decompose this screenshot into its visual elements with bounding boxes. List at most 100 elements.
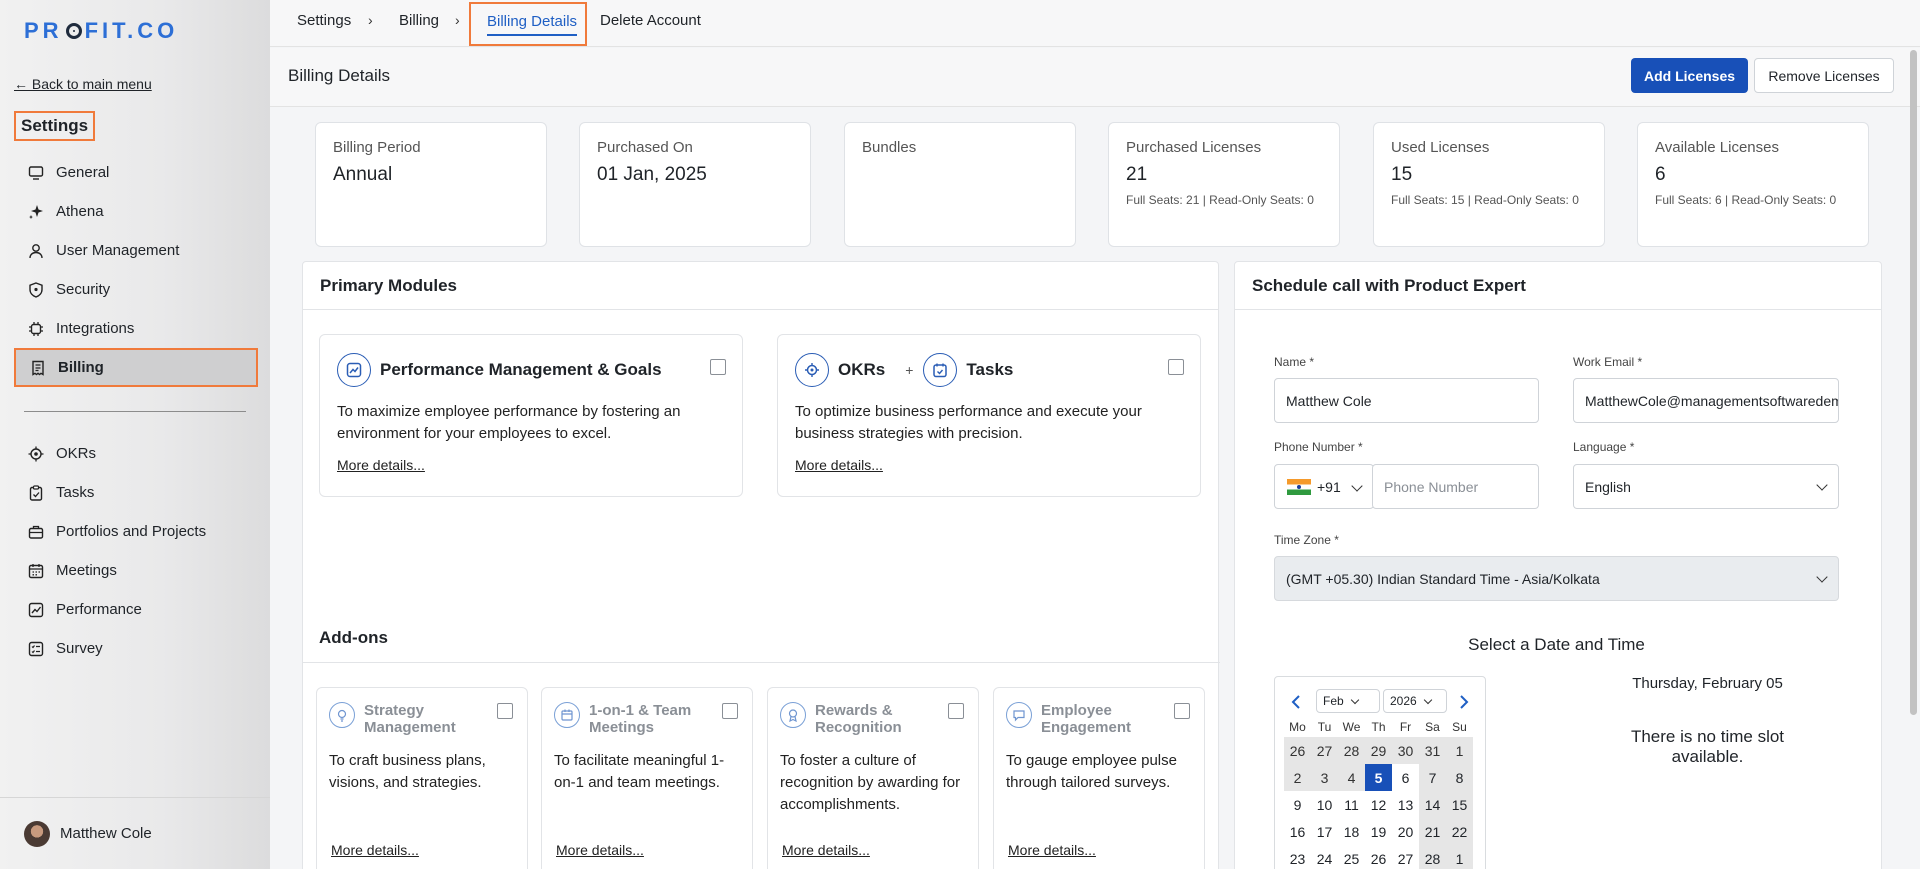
calendar-day[interactable]: 17 (1311, 818, 1338, 845)
sidebar-item-performance[interactable]: Performance (14, 590, 258, 629)
time-zone-value: (GMT +05.30) Indian Standard Time - Asia… (1286, 570, 1600, 587)
calendar-day[interactable]: 1 (1446, 737, 1473, 764)
addon-card-strategy[interactable]: Strategy Management To craft business pl… (316, 687, 528, 869)
sidebar-item-user-management[interactable]: User Management (14, 231, 258, 270)
country-code-select[interactable]: +91 (1274, 464, 1374, 509)
calendar-day[interactable]: 1 (1446, 845, 1473, 869)
sidebar-item-survey[interactable]: Survey (14, 629, 258, 668)
calendar-day[interactable]: 19 (1365, 818, 1392, 845)
addon-card-meetings[interactable]: 1-on-1 & Team Meetings To facilitate mea… (541, 687, 753, 869)
module-card-performance[interactable]: Performance Management & Goals To maximi… (319, 334, 743, 497)
calendar-day[interactable]: 27 (1392, 845, 1419, 869)
current-user[interactable]: Matthew Cole (0, 797, 270, 869)
calendar-day[interactable]: 4 (1338, 764, 1365, 791)
sidebar-item-okrs[interactable]: OKRs (14, 434, 258, 473)
addon-card-engagement[interactable]: Employee Engagement To gauge employee pu… (993, 687, 1205, 869)
more-details-link[interactable]: More details... (556, 842, 644, 858)
month-select[interactable]: Feb (1316, 689, 1380, 713)
sidebar-item-athena[interactable]: Athena (14, 192, 258, 231)
calendar-day-selected[interactable]: 5 (1365, 764, 1392, 791)
calendar-day[interactable]: 26 (1365, 845, 1392, 869)
prev-month-button[interactable] (1291, 693, 1301, 714)
target-icon (28, 446, 44, 462)
chevron-down-icon (1423, 695, 1432, 704)
year-select[interactable]: 2026 (1383, 689, 1447, 713)
calendar-day[interactable]: 15 (1446, 791, 1473, 818)
page-title: Billing Details (288, 66, 391, 85)
calendar-day[interactable]: 31 (1419, 737, 1446, 764)
sidebar-item-label: Billing (58, 359, 104, 376)
calendar-day[interactable]: 10 (1311, 791, 1338, 818)
date-picker: Feb 2026 Mo Tu We Th Fr Sa Su 26 27 28 2… (1274, 676, 1486, 869)
stat-label: Purchased On (597, 139, 693, 156)
calendar-day[interactable]: 30 (1392, 737, 1419, 764)
module-card-okrs-tasks[interactable]: OKRs + Tasks To optimize business perfor… (777, 334, 1201, 497)
calendar-day[interactable]: 29 (1365, 737, 1392, 764)
calendar-day[interactable]: 27 (1311, 737, 1338, 764)
sidebar-item-integrations[interactable]: Integrations (14, 309, 258, 348)
calendar-day[interactable]: 26 (1284, 737, 1311, 764)
module-checkbox[interactable] (1168, 359, 1184, 375)
calendar-day[interactable]: 11 (1338, 791, 1365, 818)
phone-number-input[interactable]: Phone Number (1372, 464, 1539, 509)
stat-value: 01 Jan, 2025 (597, 164, 707, 185)
calendar-day[interactable]: 21 (1419, 818, 1446, 845)
calendar-day[interactable]: 22 (1446, 818, 1473, 845)
calendar-day[interactable]: 28 (1338, 737, 1365, 764)
stat-value: Annual (333, 164, 393, 185)
addon-checkbox[interactable] (722, 703, 738, 719)
name-field[interactable]: Matthew Cole (1274, 378, 1539, 423)
more-details-link[interactable]: More details... (782, 842, 870, 858)
addon-checkbox[interactable] (1174, 703, 1190, 719)
more-details-link[interactable]: More details... (331, 842, 419, 858)
addon-checkbox[interactable] (497, 703, 513, 719)
tab-delete-account[interactable]: Delete Account (600, 12, 701, 29)
calendar-day[interactable]: 3 (1311, 764, 1338, 791)
sidebar-item-label: Performance (56, 601, 142, 618)
breadcrumb-separator: › (455, 12, 460, 28)
calendar-day[interactable]: 9 (1284, 791, 1311, 818)
breadcrumb-settings[interactable]: Settings (297, 12, 351, 29)
page-scrollbar[interactable] (1910, 50, 1917, 715)
addon-title: Employee Engagement (1041, 702, 1132, 736)
sidebar-item-tasks[interactable]: Tasks (14, 473, 258, 512)
sidebar-item-meetings[interactable]: Meetings (14, 551, 258, 590)
sidebar-item-billing[interactable]: Billing (14, 348, 258, 387)
calendar-day[interactable]: 28 (1419, 845, 1446, 869)
calendar-day[interactable]: 18 (1338, 818, 1365, 845)
sidebar-divider (24, 411, 246, 412)
sidebar-item-label: Security (56, 281, 111, 298)
calendar-day[interactable]: 2 (1284, 764, 1311, 791)
calendar-day[interactable]: 12 (1365, 791, 1392, 818)
time-zone-select[interactable]: (GMT +05.30) Indian Standard Time - Asia… (1274, 556, 1839, 601)
calendar-day[interactable]: 6 (1392, 764, 1419, 791)
calendar-day[interactable]: 16 (1284, 818, 1311, 845)
work-email-field[interactable]: MatthewCole@managementsoftwaredemo.com (1573, 378, 1839, 423)
addon-checkbox[interactable] (948, 703, 964, 719)
more-details-link[interactable]: More details... (337, 457, 425, 473)
module-checkbox[interactable] (710, 359, 726, 375)
calendar-day[interactable]: 25 (1338, 845, 1365, 869)
more-details-link[interactable]: More details... (795, 457, 883, 473)
breadcrumb-billing[interactable]: Billing (399, 12, 439, 29)
sidebar-item-portfolios[interactable]: Portfolios and Projects (14, 512, 258, 551)
next-month-button[interactable] (1459, 693, 1469, 714)
calendar-day[interactable]: 7 (1419, 764, 1446, 791)
calendar-day[interactable]: 23 (1284, 845, 1311, 869)
profit-co-logo[interactable]: PR FIT.CO (24, 18, 178, 44)
calendar-day[interactable]: 20 (1392, 818, 1419, 845)
addon-card-rewards[interactable]: Rewards & Recognition To foster a cultur… (767, 687, 979, 869)
sidebar-item-security[interactable]: Security (14, 270, 258, 309)
sidebar-item-general[interactable]: General (14, 153, 258, 192)
language-select[interactable]: English (1573, 464, 1839, 509)
calendar-day[interactable]: 8 (1446, 764, 1473, 791)
more-details-link[interactable]: More details... (1008, 842, 1096, 858)
tab-billing-details[interactable]: Billing Details (469, 2, 587, 46)
calendar-day[interactable]: 24 (1311, 845, 1338, 869)
add-licenses-button[interactable]: Add Licenses (1631, 58, 1748, 93)
back-to-main-menu-link[interactable]: ← Back to main menu (14, 76, 152, 92)
calendar-day[interactable]: 13 (1392, 791, 1419, 818)
calendar-day[interactable]: 14 (1419, 791, 1446, 818)
stat-label: Purchased Licenses (1126, 139, 1262, 156)
remove-licenses-button[interactable]: Remove Licenses (1754, 58, 1894, 93)
